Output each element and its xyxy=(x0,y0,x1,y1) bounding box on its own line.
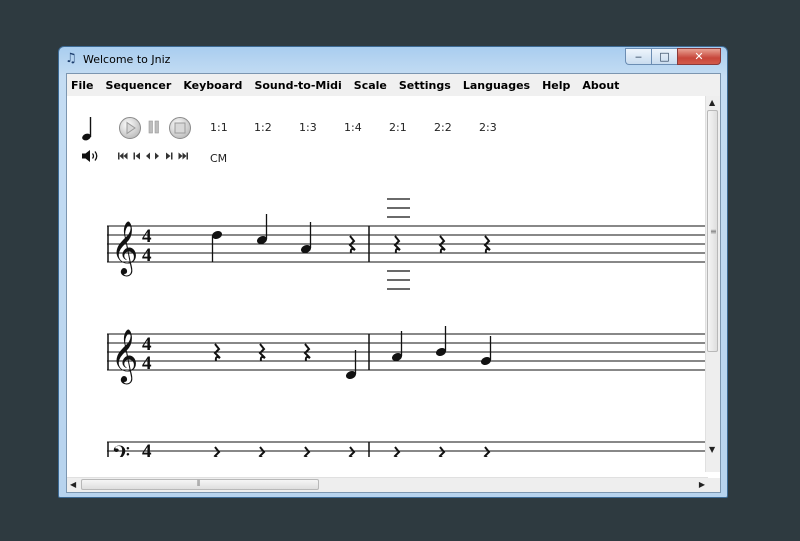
quarter-rest xyxy=(213,446,221,457)
quarter-rest xyxy=(258,446,266,457)
quarter-rest xyxy=(393,446,401,457)
horizontal-scroll-thumb[interactable]: ⦀ xyxy=(81,479,319,490)
scroll-right-icon[interactable]: ▶ xyxy=(699,480,705,489)
treble-clef-icon: 𝄞 xyxy=(111,220,138,276)
menu-settings[interactable]: Settings xyxy=(393,79,457,92)
scroll-left-icon[interactable]: ◀ xyxy=(70,480,76,489)
close-button[interactable]: ✕ xyxy=(677,48,721,65)
note xyxy=(480,336,492,366)
quarter-rest xyxy=(438,446,446,457)
quarter-rest xyxy=(348,446,356,457)
scroll-corner xyxy=(706,478,720,492)
menu-help[interactable]: Help xyxy=(536,79,576,92)
window-title: Welcome to Jniz xyxy=(83,53,171,66)
note xyxy=(345,350,357,380)
ledger-lines-below xyxy=(387,270,410,290)
vertical-scrollbar[interactable]: ▲ ≡ ▼ xyxy=(705,96,720,472)
caption-buttons: ‒ □ ✕ xyxy=(625,48,721,65)
menu-scale[interactable]: Scale xyxy=(348,79,393,92)
quarter-rest xyxy=(483,446,491,457)
bass-clef-icon: 𝄢 xyxy=(111,441,130,457)
client-area: File Sequencer Keyboard Sound-to-Midi Sc… xyxy=(66,73,721,493)
menu-sequencer[interactable]: Sequencer xyxy=(100,79,178,92)
minimize-button[interactable]: ‒ xyxy=(625,48,651,65)
maximize-button[interactable]: □ xyxy=(651,48,677,65)
note xyxy=(256,214,268,245)
vertical-scroll-thumb[interactable]: ≡ xyxy=(707,110,718,352)
score-panel: 1:1 1:2 1:3 1:4 2:1 2:2 2:3 CM 𝄞 4 4 𝄞 4… xyxy=(67,96,707,457)
staff-1: 𝄞 4 4 xyxy=(107,198,707,290)
scroll-up-icon[interactable]: ▲ xyxy=(709,98,715,107)
music-note-icon: ♫ xyxy=(65,51,77,66)
menu-sound-to-midi[interactable]: Sound-to-Midi xyxy=(248,79,347,92)
time-signature-top: 4 xyxy=(142,441,152,457)
treble-clef-icon: 𝄞 xyxy=(111,328,138,384)
menu-languages[interactable]: Languages xyxy=(457,79,536,92)
time-signature-bottom: 4 xyxy=(142,245,152,266)
horizontal-scrollbar[interactable]: ◀ ⦀ ▶ xyxy=(67,477,708,492)
ledger-lines-above xyxy=(387,198,410,218)
menu-file[interactable]: File xyxy=(67,79,100,92)
note xyxy=(211,230,223,262)
title-bar[interactable]: ♫ Welcome to Jniz ‒ □ ✕ xyxy=(59,47,727,73)
quarter-rest xyxy=(303,446,311,457)
grip-icon: ⦀ xyxy=(197,479,201,488)
app-window: ♫ Welcome to Jniz ‒ □ ✕ File Sequencer K… xyxy=(58,46,728,498)
menu-about[interactable]: About xyxy=(576,79,625,92)
note xyxy=(300,222,312,254)
scroll-down-icon[interactable]: ▼ xyxy=(709,445,715,454)
time-signature-top: 4 xyxy=(142,334,152,355)
menu-keyboard[interactable]: Keyboard xyxy=(177,79,248,92)
time-signature-bottom: 4 xyxy=(142,353,152,374)
note xyxy=(435,326,447,357)
note xyxy=(391,331,403,362)
time-signature-top: 4 xyxy=(142,226,152,247)
grip-icon: ≡ xyxy=(710,227,717,236)
staff-3: 𝄢 4 xyxy=(107,441,707,457)
score-staves[interactable]: 𝄞 4 4 𝄞 4 4 4 xyxy=(67,96,707,457)
menu-bar: File Sequencer Keyboard Sound-to-Midi Sc… xyxy=(67,74,720,97)
staff-2: 𝄞 4 4 xyxy=(107,326,707,384)
